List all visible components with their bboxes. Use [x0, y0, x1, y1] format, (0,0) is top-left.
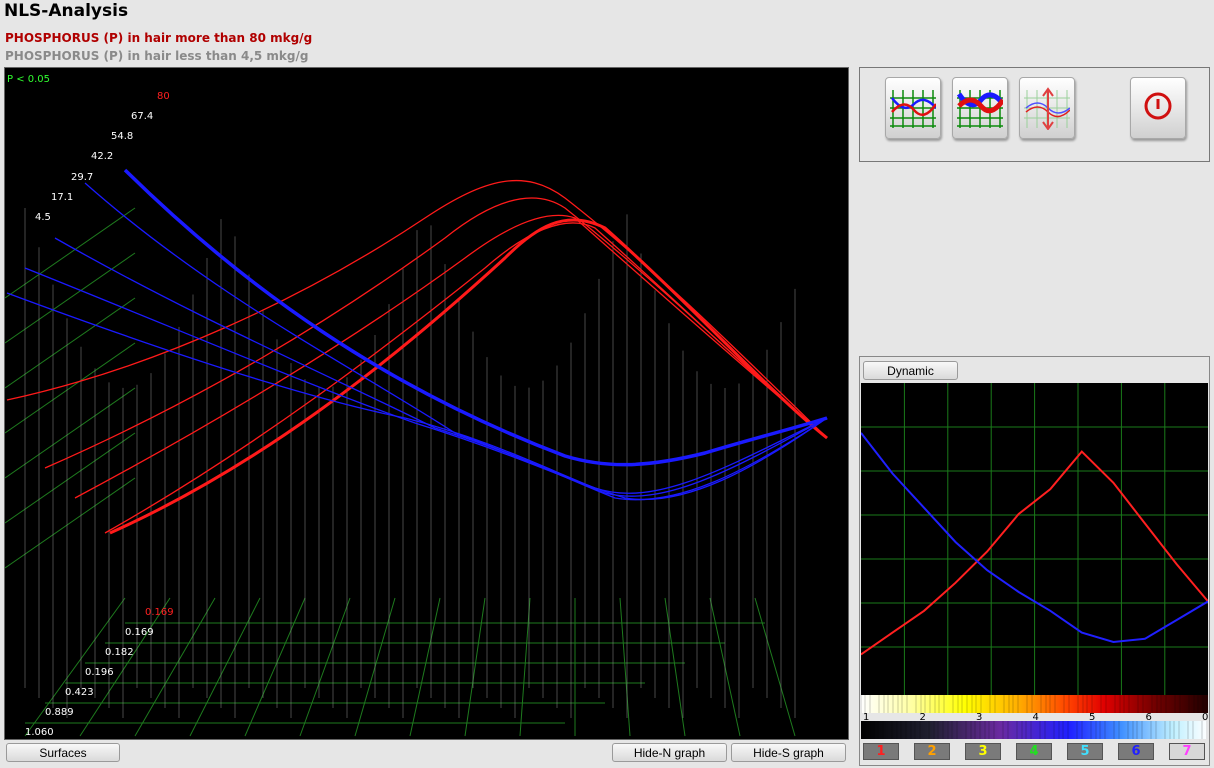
dynamic-panel: Dynamic 1234560 1234567 — [859, 356, 1210, 766]
channel-7-button[interactable]: 7 — [1169, 743, 1205, 760]
depth-scale-label: 54.8 — [111, 131, 133, 142]
grid-line — [664, 597, 686, 737]
grid-line — [5, 477, 136, 569]
channel-5-button[interactable]: 5 — [1067, 743, 1103, 760]
graph-3d-canvas[interactable]: P < 0.05 80 67.4 54.8 42.2 29.7 17.14.5 0.169 0.… — [5, 68, 848, 739]
front-scale-label: 0.182 — [105, 647, 134, 658]
grid-line — [409, 597, 441, 737]
channel-1-button[interactable]: 1 — [863, 743, 899, 760]
spectrum-label: 3 — [976, 712, 982, 723]
front-scale-label: 0.169 — [145, 607, 174, 618]
dynamic-chart — [860, 383, 1209, 695]
grid-line — [5, 207, 136, 299]
series-high-curve — [104, 222, 828, 534]
channel-2-button[interactable]: 2 — [914, 743, 950, 760]
channel-bar: 1234567 — [860, 741, 1209, 763]
depth-scale-label: 4.5 — [35, 212, 51, 223]
grid-line — [754, 597, 796, 737]
subtitle-low: PHOSPHORUS (P) in hair less than 4,5 mkg… — [5, 49, 309, 63]
app-title: NLS-Analysis — [4, 1, 129, 21]
spectrum-bars: 1 2 3 4 5 6 0 — [860, 695, 1208, 739]
toolbar-panel — [859, 67, 1210, 162]
front-scale-label: 0.169 — [125, 627, 154, 638]
series-low-curve — [24, 267, 828, 497]
surfaces-button[interactable]: Surfaces — [6, 743, 120, 762]
spectrum-label: 0 — [1202, 712, 1208, 723]
dynamic-chart-canvas — [860, 383, 1209, 695]
spectrum-label: 1 — [863, 712, 869, 723]
graph-spread-button[interactable] — [1019, 77, 1075, 139]
front-scale-label: 0.889 — [45, 707, 74, 718]
front-scale-label: 0.423 — [65, 687, 94, 698]
depth-scale-label: 67.4 — [131, 111, 153, 122]
graph-bold-curves-icon — [957, 90, 1003, 128]
p-value-label: P < 0.05 — [7, 74, 50, 85]
grid-line — [519, 597, 531, 737]
dynamic-button[interactable]: Dynamic — [863, 361, 958, 380]
grid-line — [464, 597, 486, 737]
channel-3-button[interactable]: 3 — [965, 743, 1001, 760]
grid-line — [244, 597, 306, 737]
power-button[interactable] — [1130, 77, 1186, 139]
channel-6-button[interactable]: 6 — [1118, 743, 1154, 760]
series-high-curve — [109, 218, 828, 535]
graph-bold-curves-button[interactable] — [952, 77, 1008, 139]
depth-scale-label: 80 — [157, 91, 170, 102]
grid-line — [5, 342, 136, 434]
spectrum-scale: 1 2 3 4 5 6 0 — [860, 695, 1208, 739]
front-scale-label: 1.060 — [25, 727, 54, 738]
hide-n-graph-button[interactable]: Hide-N graph — [612, 743, 727, 762]
channel-4-button[interactable]: 4 — [1016, 743, 1052, 760]
depth-scale-label: 42.2 — [91, 151, 113, 162]
grid-line — [5, 432, 136, 524]
grid-line — [299, 597, 351, 737]
depth-scale-label: 29.7 — [71, 172, 93, 183]
front-scale-label: 0.196 — [85, 667, 114, 678]
spectrum-warm-bar — [861, 695, 1208, 713]
grid-line — [5, 297, 136, 389]
power-icon — [1144, 92, 1172, 120]
graph-3d-panel[interactable]: P < 0.05 80 67.4 54.8 42.2 29.7 17.1 4.5 0.169 0.… — [4, 67, 849, 740]
graph-spread-icon — [1024, 87, 1070, 130]
series-low-curve — [123, 168, 828, 467]
grid-line — [134, 597, 216, 737]
spectrum-label: 4 — [1033, 712, 1039, 723]
spectrum-label: 2 — [920, 712, 926, 723]
graph-curves-button[interactable] — [885, 77, 941, 139]
graph-curves-icon — [890, 90, 936, 128]
grid-line — [5, 387, 136, 479]
ground-grid — [5, 207, 796, 737]
spectrum-label: 6 — [1146, 712, 1152, 723]
depth-scale-label: 17.1 — [51, 192, 73, 203]
subtitle-high: PHOSPHORUS (P) in hair more than 80 mkg/… — [5, 31, 313, 45]
spectrum-label: 5 — [1089, 712, 1095, 723]
hide-s-graph-button[interactable]: Hide-S graph — [731, 743, 846, 762]
grid-line — [189, 597, 261, 737]
grid-line — [619, 597, 631, 737]
grid-line — [5, 252, 136, 344]
